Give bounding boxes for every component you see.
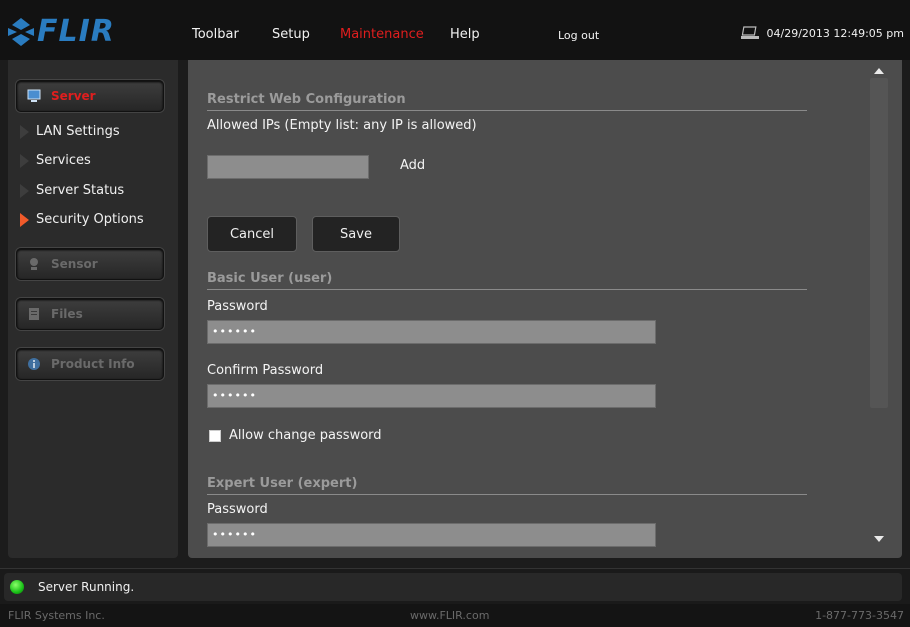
basic-password-field[interactable]: •••••• — [207, 320, 656, 344]
top-bar: FLIR Toolbar Setup Maintenance Help Log … — [0, 0, 910, 60]
basic-confirm-password-label: Confirm Password — [207, 363, 324, 378]
nav-sensor-button[interactable]: Sensor — [16, 248, 164, 280]
datetime-text: 04/29/2013 12:49:05 pm — [766, 26, 905, 40]
flir-logo: FLIR — [8, 14, 115, 49]
allow-change-password-label: Allow change password — [229, 428, 382, 443]
footer-website-link[interactable]: www.FLIR.com — [410, 609, 489, 622]
scrollbar-thumb[interactable] — [870, 78, 888, 408]
add-ip-button[interactable]: Add — [400, 158, 425, 173]
allow-change-password-checkbox[interactable] — [209, 429, 221, 442]
sidebar-item-label: Services — [36, 153, 91, 168]
allowed-ips-label: Allowed IPs (Empty list: any IP is allow… — [207, 118, 477, 133]
section-restrict-web-config: Restrict Web Configuration — [207, 92, 807, 111]
arrow-right-icon — [20, 183, 29, 198]
scroll-down-icon[interactable] — [874, 536, 884, 542]
sidebar-item-lan-settings[interactable]: LAN Settings — [20, 124, 120, 139]
status-text: Server Running. — [38, 580, 135, 594]
status-led-icon — [10, 580, 24, 594]
allowed-ip-input[interactable] — [207, 155, 369, 179]
vertical-scrollbar[interactable] — [870, 68, 888, 552]
arrow-right-icon — [20, 124, 29, 139]
arrow-right-icon — [20, 153, 29, 168]
footer: FLIR Systems Inc. www.FLIR.com 1-877-773… — [0, 604, 910, 627]
sidebar-item-label: LAN Settings — [36, 124, 120, 139]
sidebar: Server LAN Settings Services Server Stat… — [8, 60, 178, 558]
flir-logo-icon — [8, 17, 34, 46]
sidebar-item-server-status[interactable]: Server Status — [20, 183, 124, 198]
save-button[interactable]: Save — [312, 216, 400, 252]
menu-help[interactable]: Help — [450, 27, 480, 42]
scroll-up-icon[interactable] — [874, 68, 884, 74]
webcam-icon — [27, 257, 41, 271]
sidebar-item-label: Server Status — [36, 183, 125, 198]
basic-password-label: Password — [207, 299, 268, 314]
nav-product-info-label: Product Info — [51, 357, 135, 371]
section-basic-user: Basic User (user) — [207, 271, 807, 290]
sidebar-item-services[interactable]: Services — [20, 153, 91, 168]
arrow-right-icon — [20, 212, 29, 227]
logo-text: FLIR — [37, 14, 115, 49]
expert-password-label: Password — [207, 502, 268, 517]
nav-files-button[interactable]: Files — [16, 298, 164, 330]
monitor-icon — [27, 89, 41, 103]
footer-phone: 1-877-773-3547 — [815, 609, 904, 622]
status-bar: Server Running. — [0, 568, 910, 604]
nav-files-label: Files — [51, 307, 83, 321]
cancel-button[interactable]: Cancel — [207, 216, 297, 252]
sidebar-item-label: Security Options — [36, 212, 144, 227]
nav-server-label: Server — [51, 89, 96, 103]
nav-server-button[interactable]: Server — [16, 80, 164, 112]
main-panel: Restrict Web Configuration Allowed IPs (… — [188, 60, 902, 558]
menu-toolbar[interactable]: Toolbar — [192, 27, 239, 42]
menu-maintenance[interactable]: Maintenance — [340, 27, 424, 42]
info-icon — [27, 357, 41, 371]
footer-company: FLIR Systems Inc. — [8, 609, 105, 622]
menu-setup[interactable]: Setup — [272, 27, 310, 42]
sidebar-item-security-options[interactable]: Security Options — [20, 212, 144, 227]
basic-confirm-password-field[interactable]: •••••• — [207, 384, 656, 408]
datetime-display: 04/29/2013 12:49:05 pm — [740, 26, 905, 40]
expert-password-field[interactable]: •••••• — [207, 523, 656, 547]
section-expert-user: Expert User (expert) — [207, 476, 807, 495]
file-icon — [27, 307, 41, 321]
nav-product-info-button[interactable]: Product Info — [16, 348, 164, 380]
logout-link[interactable]: Log out — [558, 29, 599, 42]
allow-change-password-option[interactable]: Allow change password — [209, 428, 382, 443]
status-panel: Server Running. — [4, 573, 902, 601]
network-icon — [740, 26, 759, 39]
nav-sensor-label: Sensor — [51, 257, 98, 271]
